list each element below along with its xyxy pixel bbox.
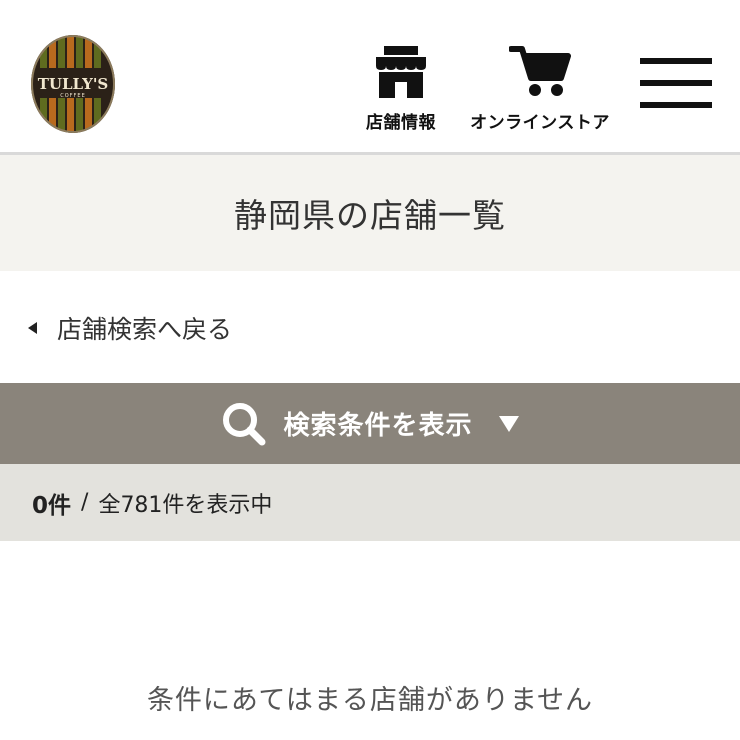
back-to-store-search-link[interactable]: 店舗検索へ戻る [28, 308, 232, 348]
page-title-band: 静岡県の店舗一覧 [0, 155, 740, 271]
cart-icon [509, 46, 571, 96]
tullys-logo[interactable]: TULLY'S COFFEE [30, 34, 116, 134]
page-title: 静岡県の店舗一覧 [234, 196, 506, 235]
no-results-message: 条件にあてはまる店舗がありません [146, 685, 594, 716]
nav-online-store[interactable]: オンラインストア [464, 44, 616, 133]
results-count: 0件 [32, 492, 72, 519]
store-info-label: 店舗情報 [366, 113, 436, 133]
caret-down-icon [498, 415, 519, 432]
results-count-bar: 0件 / 全781件を表示中 [0, 464, 740, 541]
back-link-label: 店舗検索へ戻る [57, 315, 233, 344]
results-separator: / [81, 490, 89, 515]
svg-text:TULLY'S: TULLY'S [38, 75, 109, 93]
results-total: 全781件を表示中 [98, 492, 273, 518]
hamburger-menu-icon[interactable] [640, 58, 712, 110]
search-toggle-label: 検索条件を表示 [283, 411, 473, 441]
site-header: TULLY'S COFFEE 店舗情報 オンラインストア [0, 0, 740, 152]
svg-text:COFFEE: COFFEE [60, 93, 86, 99]
back-arrow-icon [28, 322, 37, 334]
search-icon [223, 402, 266, 445]
online-store-label: オンラインストア [470, 113, 610, 133]
nav-store-info[interactable]: 店舗情報 [362, 44, 440, 133]
search-conditions-toggle[interactable]: 検索条件を表示 [0, 383, 740, 464]
store-icon [376, 46, 426, 98]
